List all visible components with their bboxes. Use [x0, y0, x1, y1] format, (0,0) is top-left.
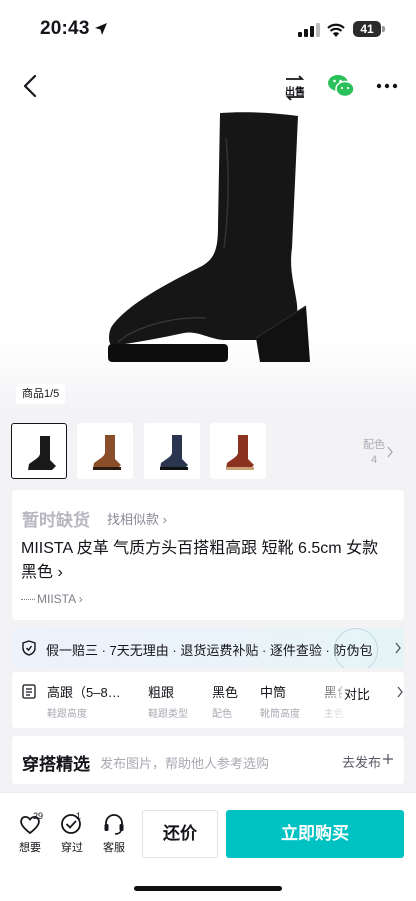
- spec-list-icon: [22, 684, 36, 699]
- outfit-subtitle: 发布图片，帮助他人参考选购: [100, 756, 270, 771]
- bought-count: 1: [76, 811, 82, 821]
- param-key: 配色: [212, 709, 232, 720]
- product-title[interactable]: MIISTA 皮革 气质方头百搭粗高跟 短靴 6.5cm 女款 黑色 ›: [21, 537, 397, 585]
- bought-label[interactable]: 穿过: [52, 839, 92, 855]
- shield-icon: [22, 640, 36, 656]
- chevron-right-icon: [397, 686, 403, 698]
- post-outfit-button[interactable]: 去发布: [342, 752, 381, 771]
- sell-button[interactable]: 出售: [282, 73, 308, 101]
- param-value: 黑色: [212, 685, 239, 700]
- product-info-card: 暂时缺货 找相似款 › MIISTA 皮革 气质方头百搭粗高跟 短靴 6.5cm…: [12, 490, 404, 620]
- find-similar-link[interactable]: 找相似款 ›: [107, 509, 167, 528]
- thumbnail-navy-image: [160, 435, 188, 470]
- outfit-section: 穿搭精选 发布图片，帮助他人参考选购 去发布: [12, 736, 404, 784]
- buy-now-button[interactable]: 立即购买: [226, 810, 404, 858]
- thumbnail-brown-image: [93, 435, 121, 470]
- param-shaft-height: 中筒 靴筒高度: [260, 682, 300, 720]
- location-arrow-icon: [95, 23, 107, 35]
- wifi-icon: [327, 23, 345, 37]
- stamp-watermark: [334, 628, 378, 668]
- headset-icon[interactable]: [102, 813, 126, 835]
- sell-label: 出售: [285, 87, 305, 98]
- thumbnail-black[interactable]: [11, 423, 67, 479]
- counter-offer-button[interactable]: 还价: [142, 810, 218, 858]
- param-key: 鞋跟类型: [148, 709, 188, 720]
- outfit-title: 穿搭精选: [22, 755, 90, 774]
- brand-link[interactable]: MIISTA ›: [21, 592, 83, 606]
- plus-icon[interactable]: [382, 753, 394, 765]
- param-heel-height: 高跟（5–8… 鞋跟高度: [47, 682, 121, 720]
- status-bar: 20:43 41: [0, 0, 416, 56]
- chevron-right-icon: [395, 642, 401, 654]
- more-icon[interactable]: [376, 82, 398, 90]
- home-indicator: [134, 886, 282, 891]
- param-value: 中筒: [260, 685, 287, 700]
- param-color: 黑色 配色: [212, 682, 238, 720]
- service-label[interactable]: 客服: [94, 839, 134, 855]
- chevron-right-icon: [387, 446, 393, 458]
- bottom-action-bar: 29 想要 1 穿过 客服 还价 立即购买: [0, 792, 416, 901]
- thumbnail-brown[interactable]: [77, 423, 133, 479]
- guarantee-banner[interactable]: 假一赔三 · 7天无理由 · 退货运费补贴 · 逐件查验 · 防伪包: [12, 628, 404, 668]
- gallery-page-indicator: 商品1/5: [16, 384, 66, 404]
- thumbnail-black-image: [28, 436, 56, 470]
- back-icon[interactable]: [18, 72, 44, 100]
- param-value: 粗跟: [148, 685, 175, 700]
- battery-icon: 41: [353, 21, 381, 37]
- thumbnail-navy[interactable]: [144, 423, 200, 479]
- thumbnail-rust-image: [226, 435, 254, 470]
- guarantee-text: 假一赔三 · 7天无理由 · 退货运费补贴 · 逐件查验 · 防伪包: [46, 643, 373, 658]
- param-heel-type: 粗跟 鞋跟类型: [148, 682, 188, 720]
- battery-tip: [382, 26, 385, 32]
- status-time: 20:43: [40, 18, 90, 39]
- param-key: 靴筒高度: [260, 709, 300, 720]
- signal-icon: [298, 23, 320, 37]
- brand-logo-icon: [21, 599, 35, 601]
- compare-button[interactable]: 对比: [342, 684, 371, 703]
- want-count: 29: [33, 811, 44, 821]
- stock-status: 暂时缺货: [22, 511, 90, 530]
- brand-name: MIISTA ›: [37, 592, 83, 606]
- product-main-image[interactable]: [106, 108, 316, 370]
- param-value: 高跟（5–8…: [47, 685, 121, 700]
- wechat-share-icon[interactable]: [327, 74, 355, 98]
- want-label[interactable]: 想要: [10, 839, 50, 855]
- product-params[interactable]: 高跟（5–8… 鞋跟高度 粗跟 鞋跟类型 黑色 配色 中筒 靴筒高度 黑色 主色…: [12, 672, 404, 728]
- thumbnail-rust[interactable]: [210, 423, 266, 479]
- param-key: 鞋跟高度: [47, 709, 87, 720]
